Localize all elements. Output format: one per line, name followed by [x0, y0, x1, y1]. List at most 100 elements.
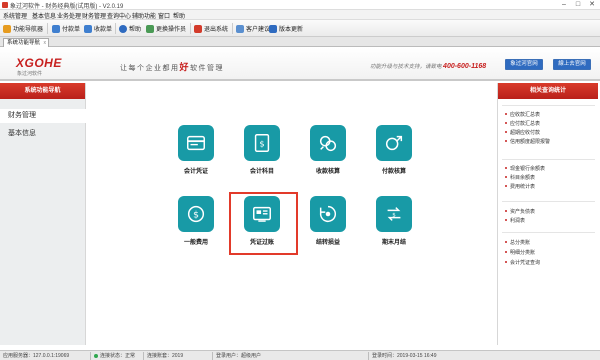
- query-link[interactable]: 利润表: [504, 217, 525, 224]
- status-login-user: 登录用户：超级用户: [216, 353, 262, 359]
- right-panel-header: 相关查询统计: [498, 83, 598, 99]
- toolbar-separator: [232, 23, 233, 34]
- toolbar-exit-button[interactable]: 退出系统: [194, 23, 228, 34]
- query-link[interactable]: 总分类账: [504, 239, 530, 246]
- maximize-button[interactable]: □: [571, 0, 585, 10]
- menu-basic-info[interactable]: 基本信息: [32, 11, 56, 20]
- receipt-icon: [84, 24, 92, 33]
- toolbar-switch-user-button[interactable]: 更换操作员: [146, 23, 186, 34]
- month-end-close-icon: $: [376, 196, 412, 232]
- selection-highlight: [229, 192, 298, 255]
- toolbar-receipt-button[interactable]: 收款单: [84, 23, 112, 34]
- toolbar-payment-button[interactable]: 付款单: [52, 23, 80, 34]
- menu-business[interactable]: 业务处理: [57, 11, 81, 20]
- feedback-icon: [236, 24, 244, 33]
- function-label: 结转损益: [315, 240, 340, 246]
- left-panel-header: 系统功能导航: [0, 83, 85, 99]
- query-link[interactable]: 现金银行余额表: [504, 165, 545, 172]
- status-connection: 连接状态：正常: [100, 353, 136, 359]
- function-label: 收款核算: [315, 169, 340, 175]
- query-link[interactable]: 应付款汇总表: [504, 120, 540, 127]
- function-label: 付款核算: [381, 169, 406, 175]
- query-link[interactable]: 应收款汇总表: [504, 111, 540, 118]
- online-site-button[interactable]: 線上去官网: [553, 59, 591, 70]
- official-site-button[interactable]: 象过河官网: [505, 59, 543, 70]
- slogan-post: 软件管理: [190, 65, 225, 72]
- function-receipt-accounting[interactable]: 收款核算: [304, 125, 352, 179]
- function-expense[interactable]: $ 一般费用: [172, 196, 220, 250]
- query-link[interactable]: 会计凭证查询: [504, 259, 540, 266]
- query-link[interactable]: 明细分类账: [504, 249, 535, 256]
- query-link[interactable]: 信用额度超限报警: [504, 138, 550, 145]
- user-switch-icon: [146, 24, 154, 33]
- query-link[interactable]: 科目余额表: [504, 174, 535, 181]
- tab-bar: 系统功能导航 x: [0, 37, 600, 47]
- status-login-time: 登录时间：2019-03-15 16:49: [372, 353, 437, 359]
- menu-window[interactable]: 窗口: [158, 11, 170, 20]
- toolbar-nav-button[interactable]: 功能导航器: [3, 23, 43, 34]
- minimize-button[interactable]: –: [557, 0, 571, 10]
- voucher-icon: [178, 125, 214, 161]
- exit-icon: [194, 24, 202, 33]
- function-label: 会计凭证: [183, 169, 208, 175]
- payment-accounting-icon: [376, 125, 412, 161]
- query-group-balances: 现金银行余额表 科目余额表 费用统计表: [502, 159, 595, 199]
- hotline-number: 400-600-1168: [443, 63, 487, 70]
- connection-status-icon: [94, 354, 98, 358]
- tab-close-icon[interactable]: x: [44, 39, 47, 47]
- home-icon: [3, 24, 11, 33]
- function-profit-loss-transfer[interactable]: 结转损益: [304, 196, 352, 250]
- toolbar-update-label: 版本更新: [279, 27, 304, 33]
- related-queries-panel: 相关查询统计 应收款汇总表 应付款汇总表 超期应收付款 信用额度超限报警 现金银…: [497, 83, 598, 345]
- menu-help[interactable]: 帮助: [173, 11, 185, 20]
- toolbar-help-button[interactable]: 帮助: [119, 23, 141, 34]
- menu-query[interactable]: 查询中心: [107, 11, 131, 20]
- payment-icon: [52, 24, 60, 33]
- app-logo-icon: [2, 2, 8, 8]
- function-month-end-close[interactable]: $ 期末月结: [370, 196, 418, 250]
- svg-text:$: $: [193, 210, 199, 221]
- status-server: 应用服务器：127.0.0.1:19069: [3, 353, 70, 359]
- toolbar: 功能导航器 付款单 收款单 帮助 更换操作员 退出系统 客户建议 版本更新: [0, 20, 600, 37]
- close-button[interactable]: ✕: [585, 0, 599, 10]
- function-voucher[interactable]: 会计凭证: [172, 125, 220, 179]
- toolbar-feedback-button[interactable]: 客户建议: [236, 23, 270, 34]
- menu-finance[interactable]: 财务管理: [82, 11, 106, 20]
- slogan: 让每个企业都用好软件管理: [120, 60, 224, 73]
- function-area: 会计凭证 $ 会计科目 收款核算 付款核算 $ 一般费用 凭证过账 结转损益 $…: [90, 83, 493, 345]
- function-payment-accounting[interactable]: 付款核算: [370, 125, 418, 179]
- query-link[interactable]: 费用统计表: [504, 183, 535, 190]
- tab-system-navigation[interactable]: 系统功能导航 x: [3, 38, 49, 47]
- toolbar-receipt-label: 收款单: [94, 27, 113, 33]
- banner: XGOHE 象过河软件 让每个企业都用好软件管理 功能升级与技术支持，请致电 4…: [0, 48, 600, 81]
- left-nav-panel: 系统功能导航 财务管理 基本信息: [0, 83, 86, 345]
- status-divider: [90, 352, 91, 360]
- window-title: 象过河软件 - 财务经典版(试用版) - V2.0.19: [10, 4, 124, 10]
- svg-text:$: $: [392, 212, 396, 218]
- toolbar-switch-user-label: 更换操作员: [156, 27, 187, 33]
- query-group-receivables: 应收款汇总表 应付款汇总表 超期应收付款 信用额度超限报警: [502, 105, 595, 157]
- svg-text:$: $: [259, 139, 264, 149]
- toolbar-update-button[interactable]: 版本更新: [269, 23, 303, 34]
- toolbar-separator: [190, 23, 191, 34]
- menu-auxiliary[interactable]: 辅助功能: [132, 11, 156, 20]
- toolbar-payment-label: 付款单: [62, 27, 81, 33]
- slogan-pre: 让每个企业都用: [120, 65, 180, 72]
- receipt-accounting-icon: [310, 125, 346, 161]
- brand-subtitle: 象过河软件: [17, 71, 43, 77]
- nav-item-basic-info[interactable]: 基本信息: [0, 127, 86, 141]
- support-hotline: 功能升级与技术支持，请致电 400-600-1168: [370, 62, 486, 70]
- query-group-statements: 资产负债表 利润表: [502, 201, 595, 231]
- account-subject-icon: $: [244, 125, 280, 161]
- function-account-subject[interactable]: $ 会计科目: [238, 125, 286, 179]
- status-divider: [368, 352, 369, 360]
- function-label: 期末月结: [381, 240, 406, 246]
- query-link[interactable]: 超期应收付款: [504, 129, 540, 136]
- toolbar-feedback-label: 客户建议: [246, 27, 271, 33]
- title-bar: 象过河软件 - 财务经典版(试用版) - V2.0.19 – □ ✕: [0, 0, 600, 10]
- slogan-highlight: 好: [179, 62, 191, 72]
- query-link[interactable]: 资产负债表: [504, 208, 535, 215]
- help-icon: [119, 24, 127, 33]
- menu-system[interactable]: 系统管理: [3, 11, 27, 20]
- nav-item-finance[interactable]: 财务管理: [0, 109, 86, 123]
